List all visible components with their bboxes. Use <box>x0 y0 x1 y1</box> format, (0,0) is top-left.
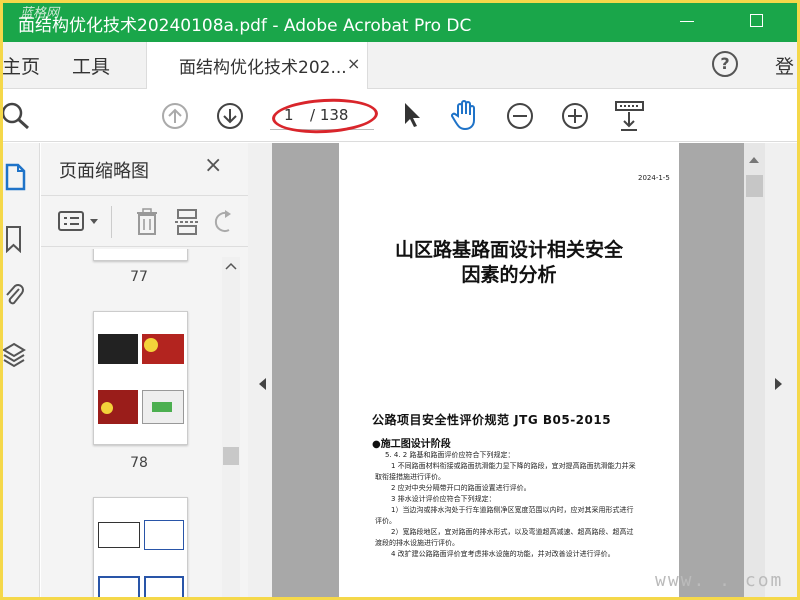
tab-document-label: 面结构优化技术202... <box>179 58 347 78</box>
page-date: 2024-1-5 <box>638 174 670 182</box>
watermark-bottom: www. . com <box>655 570 784 591</box>
tab-tools[interactable]: 工具 <box>72 52 110 79</box>
thumbnail-scrollbar[interactable] <box>222 257 240 600</box>
left-gutter <box>248 143 272 600</box>
scroll-up-icon[interactable] <box>749 157 759 163</box>
thumbnail-label: 78 <box>130 455 148 471</box>
body-line: 5. 4. 2 路基和路面评价应符合下列规定： <box>385 451 515 459</box>
panel-toolbar <box>41 195 248 247</box>
help-icon[interactable]: ? <box>712 51 738 77</box>
zoom-in-icon[interactable] <box>560 101 590 131</box>
thumbnail-page-79[interactable] <box>93 497 188 600</box>
pdf-page: 2024-1-5 山区路基路面设计相关安全 因素的分析 公路项目安全性评价规范 … <box>339 143 679 600</box>
select-cursor-icon[interactable] <box>400 100 422 130</box>
search-icon[interactable] <box>0 101 34 131</box>
scrollbar-thumb[interactable] <box>223 447 239 465</box>
thumbnail-page-77[interactable] <box>93 249 188 261</box>
login-button[interactable]: 登 <box>775 52 794 79</box>
panel-title: 页面缩略图 <box>59 161 149 182</box>
scrollbar-thumb[interactable] <box>746 175 763 197</box>
title-bar: 蓝格网 面结构优化技术20240108a.pdf - Adobe Acrobat… <box>0 0 800 42</box>
delete-icon[interactable] <box>135 208 159 236</box>
tab-close-icon[interactable]: × <box>347 54 360 73</box>
thumbnail-list: 77 78 <box>41 249 231 600</box>
next-page-icon[interactable] <box>215 101 245 131</box>
rotate-icon[interactable] <box>213 208 235 236</box>
navigation-rail <box>0 143 40 600</box>
zoom-out-icon[interactable] <box>505 101 535 131</box>
body-line: 2）宽路段地区，宜对路面的排水形式，以及弯道超高减速、超高路段、超高过 <box>391 528 634 536</box>
window-title: 面结构优化技术20240108a.pdf - Adobe Acrobat Pro… <box>18 16 472 36</box>
collapse-left-icon[interactable] <box>259 378 266 390</box>
body-line: 渡段的排水设施进行评价。 <box>375 539 459 547</box>
minimize-button[interactable] <box>680 21 694 22</box>
body-line: 评价。 <box>375 517 396 525</box>
layers-icon[interactable] <box>3 341 27 369</box>
toolbar-divider <box>111 206 112 238</box>
page-title: 山区路基路面设计相关安全 因素的分析 <box>339 238 679 288</box>
maximize-button[interactable] <box>750 14 763 27</box>
scroll-mode-icon[interactable] <box>614 99 646 133</box>
expand-right-icon[interactable] <box>775 378 782 390</box>
extract-pages-icon[interactable] <box>175 208 199 236</box>
thumbnail-label: 77 <box>130 269 148 285</box>
tab-bar: 主页 工具 面结构优化技术202... × ? 登 <box>0 42 800 89</box>
body-line: 2 应对中央分隔带开口的路面设置进行评价。 <box>391 484 531 492</box>
attachments-icon[interactable] <box>3 281 25 309</box>
thumbnail-panel: 页面缩略图 × 77 78 <box>41 143 248 600</box>
tab-document[interactable]: 面结构优化技术202... × <box>146 42 368 89</box>
scroll-up-icon[interactable] <box>225 262 237 270</box>
body-line: 1）当边沟或排水沟处于行车道路侧净区宽度范围以内时，应对其采用形式进行 <box>391 506 634 514</box>
body-line: 1 不同路面材料衔接或路面抗滑能力显下降的路段，宜对提高路面抗滑能力并采 <box>391 462 636 470</box>
tab-home[interactable]: 主页 <box>2 52 40 79</box>
toolbar: 1 / 138 <box>0 89 800 142</box>
right-gutter <box>765 143 800 600</box>
hand-tool-icon[interactable] <box>449 98 481 132</box>
standard-heading: 公路项目安全性评价规范 JTG B05-2015 <box>372 413 612 427</box>
document-scrollbar[interactable] <box>744 143 765 600</box>
body-line: 取衔接措施进行评价。 <box>375 473 445 481</box>
options-menu-icon[interactable] <box>57 210 103 234</box>
panel-close-icon[interactable]: × <box>204 153 222 178</box>
page-title-line: 因素的分析 <box>461 264 557 286</box>
thumbnail-page-78[interactable] <box>93 311 188 445</box>
page-title-line: 山区路基路面设计相关安全 <box>394 239 623 261</box>
previous-page-icon[interactable] <box>160 101 190 131</box>
stage-heading: ●施工图设计阶段 <box>372 439 451 450</box>
page-thumbnails-icon[interactable] <box>4 163 26 191</box>
body-line: 4 改扩建公路路面评价宜考虑排水设施的功能，并对改善设计进行评价。 <box>391 550 615 558</box>
bookmarks-icon[interactable] <box>4 225 24 253</box>
body-line: 3 排水设计评价应符合下列规定： <box>391 495 496 503</box>
